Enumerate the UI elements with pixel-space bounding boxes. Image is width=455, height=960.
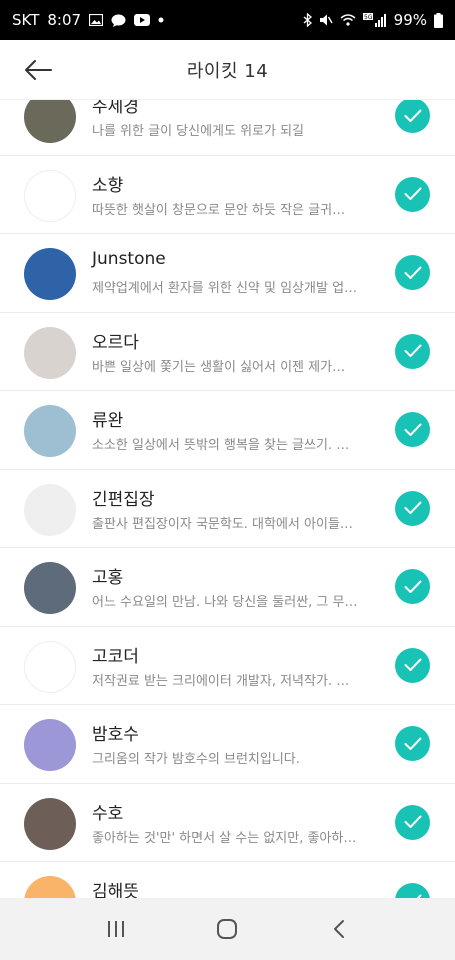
list-item[interactable]: 류완소소한 일상에서 뜻밖의 행복을 찾는 글쓰기. … bbox=[0, 391, 455, 470]
liker-list[interactable]: 주세경나를 위한 글이 당신에게도 위로가 되길소향따뜻한 햇살이 창문으로 문… bbox=[0, 100, 455, 898]
dot-icon bbox=[158, 17, 164, 23]
system-nav-bar bbox=[0, 898, 455, 960]
user-description: 나를 위한 글이 당신에게도 위로가 되길 bbox=[92, 124, 305, 139]
user-description: 어느 수요일의 만남. 나와 당신을 둘러싼, 그 무… bbox=[92, 595, 358, 610]
nav-back-button[interactable] bbox=[319, 909, 359, 949]
list-item[interactable]: Junstone 제약업계에서 환자를 위한 신약 및 임상개발 업… bbox=[0, 234, 455, 313]
subscribed-check-button[interactable] bbox=[395, 804, 430, 840]
list-item[interactable]: 긴편집장출판사 편집장이자 국문학도. 대학에서 아이들… bbox=[0, 470, 455, 548]
avatar[interactable] bbox=[24, 640, 76, 693]
avatar[interactable] bbox=[24, 100, 76, 143]
recent-apps-icon bbox=[107, 921, 124, 937]
svg-text:5G: 5G bbox=[364, 14, 373, 21]
list-item[interactable]: 오르다바쁜 일상에 쫓기는 생활이 싫어서 이젠 제가… bbox=[0, 313, 455, 391]
checkmark-icon bbox=[404, 737, 421, 750]
list-item[interactable]: 소향따뜻한 햇살이 창문으로 문안 하듯 작은 글귀… bbox=[0, 156, 455, 234]
page-title: 라이킷 14 bbox=[186, 60, 269, 82]
user-name[interactable]: Junstone bbox=[92, 249, 166, 269]
mute-icon bbox=[319, 13, 333, 27]
back-button[interactable] bbox=[22, 54, 54, 86]
subscribed-check-button[interactable] bbox=[395, 726, 430, 761]
checkmark-icon bbox=[404, 501, 421, 514]
status-bar: SKT 8:07 5G 99% bbox=[0, 0, 455, 40]
5g-signal-icon: 5G bbox=[362, 13, 387, 27]
checkmark-icon bbox=[404, 580, 421, 593]
user-name[interactable]: 수호 bbox=[92, 799, 123, 824]
checkmark-icon bbox=[404, 344, 421, 357]
user-description: 바쁜 일상에 쫓기는 생활이 싫어서 이젠 제가… bbox=[92, 359, 346, 375]
avatar[interactable] bbox=[24, 483, 76, 536]
subscribed-check-button[interactable] bbox=[395, 647, 430, 683]
avatar[interactable] bbox=[24, 248, 76, 300]
nav-back-icon bbox=[334, 920, 345, 938]
subscribed-check-button[interactable] bbox=[395, 412, 430, 447]
back-arrow-icon bbox=[25, 60, 52, 80]
list-item[interactable]: 김해뜻 bbox=[0, 862, 455, 898]
checkmark-icon bbox=[404, 658, 421, 671]
user-name[interactable]: 고코더 bbox=[92, 642, 139, 667]
user-description: 출판사 편집장이자 국문학도. 대학에서 아이들… bbox=[92, 516, 353, 532]
chat-icon bbox=[111, 14, 126, 27]
list-item[interactable]: 고코더저작권료 받는 크리에이터 개발자, 저녁작가. … bbox=[0, 627, 455, 705]
home-button[interactable] bbox=[207, 909, 247, 949]
user-name[interactable]: 고홍 bbox=[92, 563, 123, 588]
checkmark-icon bbox=[404, 109, 421, 122]
list-item[interactable]: 주세경나를 위한 글이 당신에게도 위로가 되길 bbox=[0, 100, 455, 156]
bluetooth-icon bbox=[303, 13, 312, 27]
user-description: 소소한 일상에서 뜻밖의 행복을 찾는 글쓰기. … bbox=[92, 438, 350, 453]
user-description: 따뜻한 햇살이 창문으로 문안 하듯 작은 글귀… bbox=[92, 202, 346, 218]
user-name[interactable]: 긴편집장 bbox=[92, 485, 155, 510]
image-icon bbox=[89, 14, 104, 26]
app-header: 라이킷 14 bbox=[0, 40, 455, 100]
user-name[interactable]: 오르다 bbox=[92, 328, 139, 353]
user-name[interactable]: 소향 bbox=[92, 171, 123, 196]
user-name[interactable]: 류완 bbox=[92, 406, 123, 431]
subscribed-check-button[interactable] bbox=[395, 176, 430, 212]
carrier-label: SKT bbox=[12, 11, 40, 29]
list-item[interactable]: 수호좋아하는 것'만' 하면서 살 수는 없지만, 좋아하… bbox=[0, 784, 455, 862]
user-name[interactable]: 밤호수 bbox=[92, 720, 139, 745]
avatar[interactable] bbox=[24, 876, 76, 898]
list-item[interactable]: 고홍어느 수요일의 만남. 나와 당신을 둘러싼, 그 무… bbox=[0, 548, 455, 627]
avatar[interactable] bbox=[24, 405, 76, 457]
subscribed-check-button[interactable] bbox=[395, 569, 430, 604]
battery-percent: 99% bbox=[393, 11, 427, 29]
avatar[interactable] bbox=[24, 719, 76, 771]
user-description: 좋아하는 것'만' 하면서 살 수는 없지만, 좋아하… bbox=[92, 830, 357, 846]
subscribed-check-button[interactable] bbox=[395, 490, 430, 526]
user-description: 제약업계에서 환자를 위한 신약 및 임상개발 업… bbox=[92, 281, 358, 296]
user-name[interactable]: 주세경 bbox=[92, 100, 139, 117]
battery-icon bbox=[434, 12, 443, 28]
list-item[interactable]: 밤호수그리움의 작가 밤호수의 브런치입니다. bbox=[0, 705, 455, 784]
subscribed-check-button[interactable] bbox=[395, 255, 430, 290]
clock: 8:07 bbox=[47, 11, 82, 29]
home-icon bbox=[217, 919, 238, 939]
avatar[interactable] bbox=[24, 169, 76, 222]
user-description: 그리움의 작가 밤호수의 브런치입니다. bbox=[92, 752, 300, 767]
recent-apps-button[interactable] bbox=[96, 909, 136, 949]
wifi-icon bbox=[340, 14, 356, 26]
checkmark-icon bbox=[404, 187, 421, 200]
avatar[interactable] bbox=[24, 326, 76, 379]
youtube-icon bbox=[134, 14, 151, 26]
subscribed-check-button[interactable] bbox=[395, 100, 430, 133]
avatar[interactable] bbox=[24, 562, 76, 614]
subscribed-check-button[interactable] bbox=[395, 883, 430, 898]
checkmark-icon bbox=[404, 266, 421, 279]
user-name[interactable]: 김해뜻 bbox=[92, 877, 139, 898]
user-description: 저작권료 받는 크리에이터 개발자, 저녁작가. … bbox=[92, 673, 350, 689]
subscribed-check-button[interactable] bbox=[395, 333, 430, 369]
checkmark-icon bbox=[404, 815, 421, 828]
avatar[interactable] bbox=[24, 797, 76, 850]
checkmark-icon bbox=[404, 423, 421, 436]
